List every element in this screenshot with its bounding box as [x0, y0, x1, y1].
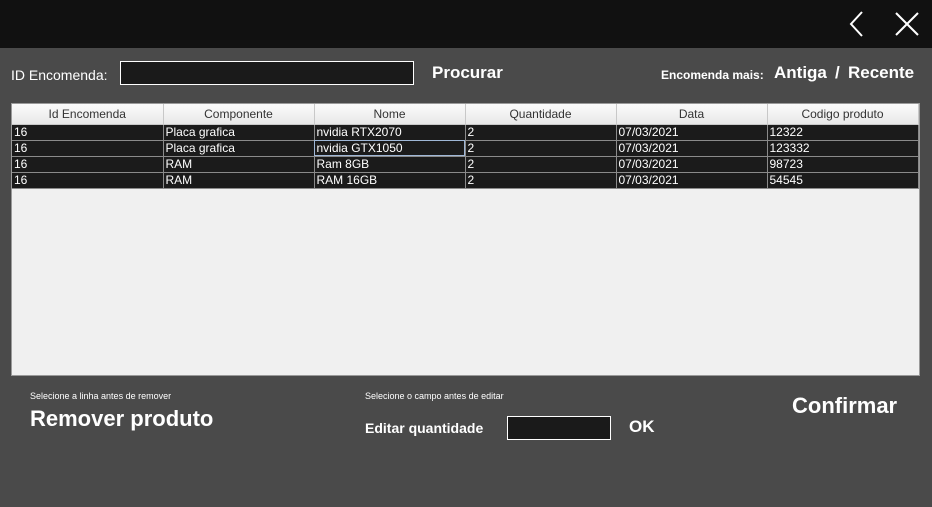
table-row[interactable]: 16 Placa grafica nvidia RTX2070 2 07/03/…: [12, 124, 919, 141]
table-row[interactable]: 16 RAM RAM 16GB 2 07/03/2021 54545: [12, 172, 919, 189]
table-cell-focused[interactable]: nvidia GTX1050: [314, 140, 466, 157]
table-cell[interactable]: 16: [12, 140, 164, 157]
column-header[interactable]: Nome: [314, 104, 466, 125]
sort-newest-button[interactable]: Recente: [848, 63, 914, 83]
column-header[interactable]: Componente: [163, 104, 315, 125]
table-cell[interactable]: 16: [12, 172, 164, 189]
quantity-input[interactable]: [507, 416, 611, 440]
table-cell[interactable]: 2: [465, 140, 617, 157]
table-cell[interactable]: RAM: [163, 172, 315, 189]
order-table[interactable]: Id Encomenda Componente Nome Quantidade …: [11, 103, 920, 376]
column-header[interactable]: Codigo produto: [767, 104, 919, 125]
table-row[interactable]: 16 RAM Ram 8GB 2 07/03/2021 98723: [12, 156, 919, 173]
table-cell[interactable]: 07/03/2021: [616, 140, 768, 157]
table-cell[interactable]: 2: [465, 172, 617, 189]
table-row[interactable]: 16 Placa grafica nvidia GTX1050 2 07/03/…: [12, 140, 919, 157]
search-button[interactable]: Procurar: [432, 63, 503, 83]
confirm-button[interactable]: Confirmar: [792, 393, 897, 419]
table-cell[interactable]: 2: [465, 124, 617, 141]
table-cell[interactable]: RAM: [163, 156, 315, 173]
close-button[interactable]: [891, 8, 923, 40]
table-cell[interactable]: 07/03/2021: [616, 172, 768, 189]
column-header[interactable]: Id Encomenda: [12, 104, 164, 125]
sort-label: Encomenda mais:: [661, 68, 764, 82]
table-cell[interactable]: Ram 8GB: [314, 156, 466, 173]
column-header[interactable]: Data: [616, 104, 768, 125]
close-icon: [895, 12, 919, 36]
table-cell[interactable]: 07/03/2021: [616, 124, 768, 141]
table-cell[interactable]: 16: [12, 124, 164, 141]
order-id-input[interactable]: [120, 61, 414, 85]
sort-oldest-button[interactable]: Antiga: [774, 63, 827, 83]
table-cell[interactable]: 16: [12, 156, 164, 173]
edit-quantity-label: Editar quantidade: [365, 420, 484, 436]
column-header[interactable]: Quantidade: [465, 104, 617, 125]
table-header-row: Id Encomenda Componente Nome Quantidade …: [12, 104, 919, 125]
remove-hint: Selecione a linha antes de remover: [30, 391, 172, 401]
table-cell[interactable]: 54545: [767, 172, 919, 189]
table-cell[interactable]: Placa grafica: [163, 140, 315, 157]
title-bar: [0, 0, 932, 48]
remove-product-button[interactable]: Remover produto: [30, 406, 213, 432]
table-cell[interactable]: 07/03/2021: [616, 156, 768, 173]
back-button[interactable]: [842, 8, 874, 40]
table-cell[interactable]: nvidia RTX2070: [314, 124, 466, 141]
sort-separator: /: [835, 63, 840, 82]
search-label: ID Encomenda:: [11, 67, 108, 83]
chevron-left-icon: [849, 11, 863, 37]
table-cell[interactable]: 12322: [767, 124, 919, 141]
table-cell[interactable]: 2: [465, 156, 617, 173]
table-cell[interactable]: Placa grafica: [163, 124, 315, 141]
table-cell[interactable]: 123332: [767, 140, 919, 157]
table-cell[interactable]: 98723: [767, 156, 919, 173]
table-cell[interactable]: RAM 16GB: [314, 172, 466, 189]
edit-hint: Selecione o campo antes de editar: [365, 391, 504, 401]
ok-button[interactable]: OK: [629, 417, 655, 437]
